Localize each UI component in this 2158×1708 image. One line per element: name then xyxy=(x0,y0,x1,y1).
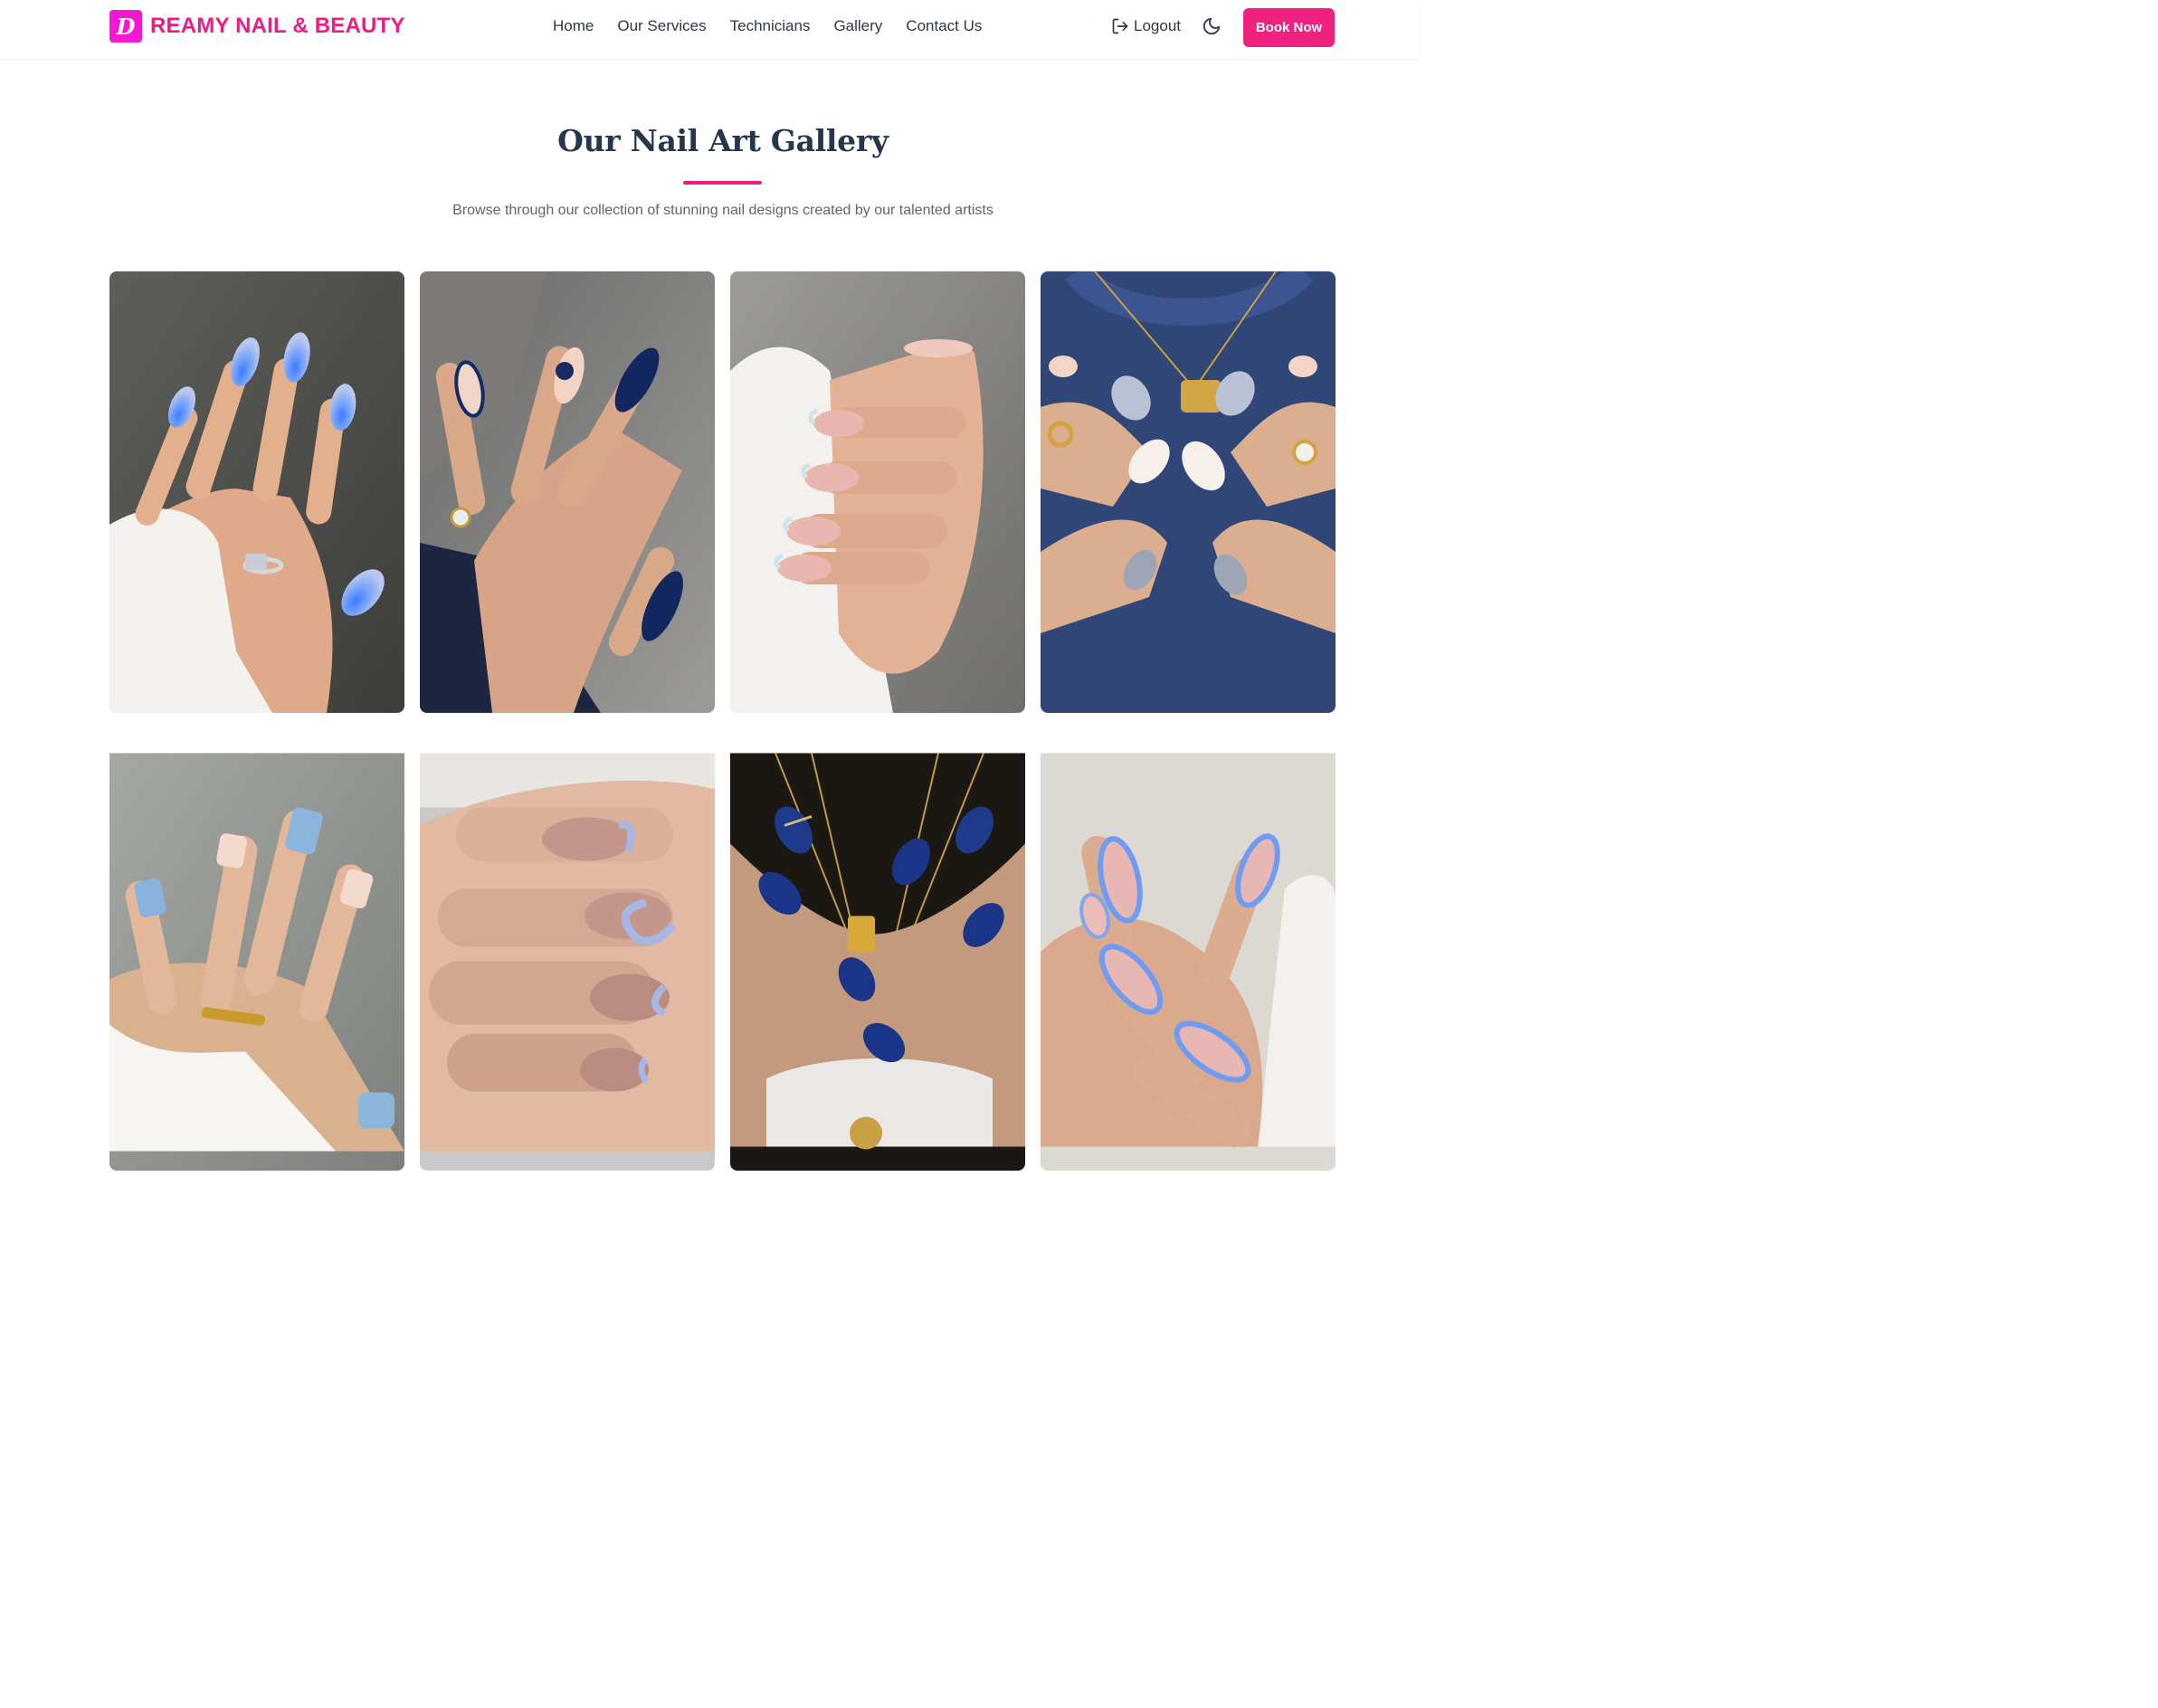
gallery-item[interactable] xyxy=(109,271,404,713)
site-header: D REAMY NAIL & BEAUTY Home Our Services … xyxy=(0,0,1419,60)
gallery-photo xyxy=(730,271,1025,713)
gallery-item[interactable] xyxy=(1041,729,1336,1171)
gallery-photo xyxy=(109,271,404,713)
gallery-item[interactable] xyxy=(420,729,715,1171)
nav-technicians[interactable]: Technicians xyxy=(718,16,822,36)
gallery-item[interactable] xyxy=(730,729,1025,1171)
page-subtitle: Browse through our collection of stunnin… xyxy=(452,203,993,218)
gallery-photo xyxy=(420,753,715,1171)
gallery-item[interactable] xyxy=(730,271,1025,713)
gallery-item[interactable] xyxy=(109,729,404,1171)
gallery-photo xyxy=(420,271,715,713)
logout-button[interactable]: Logout xyxy=(1111,16,1181,36)
main-nav: Home Our Services Technicians Gallery Co… xyxy=(541,16,993,36)
brand-name: REAMY NAIL & BEAUTY xyxy=(150,14,405,38)
nav-gallery[interactable]: Gallery xyxy=(822,16,894,36)
page-title: Our Nail Art Gallery xyxy=(557,123,889,158)
title-underline xyxy=(683,181,762,185)
nav-home[interactable]: Home xyxy=(541,16,605,36)
nav-contact-us[interactable]: Contact Us xyxy=(894,16,993,36)
gallery-photo xyxy=(1041,271,1336,713)
logout-icon xyxy=(1112,18,1128,34)
gallery-photo xyxy=(730,753,1025,1171)
gallery-item[interactable] xyxy=(420,271,715,713)
logo-mark: D xyxy=(109,10,142,43)
logout-label: Logout xyxy=(1134,17,1181,34)
brand-logo[interactable]: D REAMY NAIL & BEAUTY xyxy=(109,10,405,43)
gallery-photo xyxy=(1041,753,1336,1171)
nav-our-services[interactable]: Our Services xyxy=(605,16,718,36)
theme-toggle[interactable] xyxy=(1202,16,1222,36)
gallery-photo xyxy=(109,753,404,1171)
book-now-button[interactable]: Book Now xyxy=(1243,8,1335,47)
gallery-item[interactable] xyxy=(1041,271,1336,713)
moon-icon xyxy=(1203,17,1221,35)
